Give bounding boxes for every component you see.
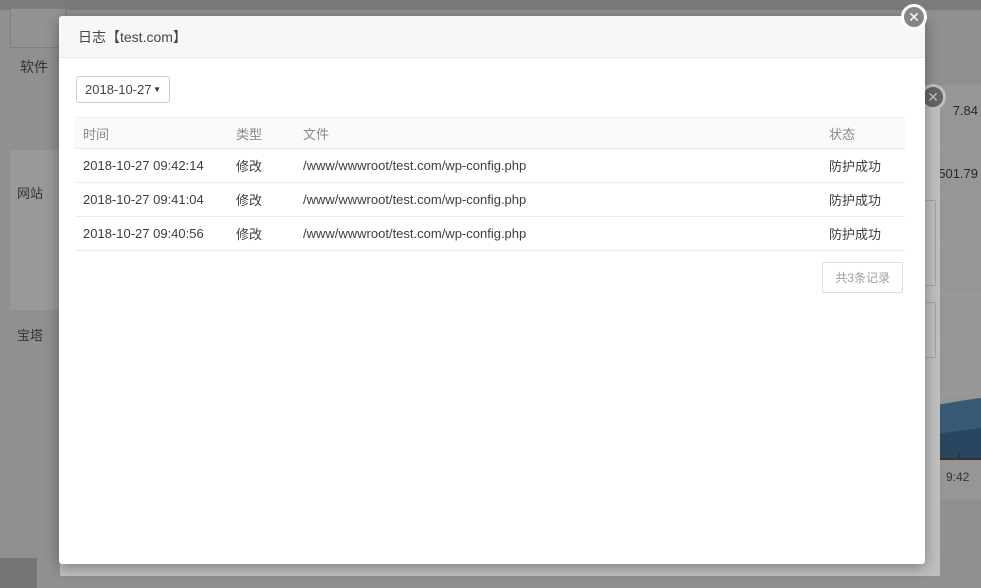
column-header-time: 时间 [75, 118, 228, 149]
cell-time: 2018-10-27 09:42:14 [75, 149, 228, 183]
screen: 软件 网站 宝塔 7.84 501.79 9:42 ✕ [0, 0, 981, 588]
cell-file: /www/wwwroot/test.com/wp-config.php [295, 149, 795, 183]
cell-time: 2018-10-27 09:40:56 [75, 217, 228, 251]
cell-type: 修改 [228, 183, 295, 217]
cell-file: /www/wwwroot/test.com/wp-config.php [295, 183, 795, 217]
table-header-row: 时间 类型 文件 状态 [75, 118, 905, 149]
column-header-type: 类型 [228, 118, 295, 149]
cell-status: 防护成功 [795, 217, 905, 251]
cell-type: 修改 [228, 149, 295, 183]
modal-header: 日志【test.com】 [59, 16, 925, 58]
cell-time: 2018-10-27 09:41:04 [75, 183, 228, 217]
record-count-badge: 共3条记录 [822, 262, 903, 293]
column-header-file: 文件 [295, 118, 795, 149]
cell-file: /www/wwwroot/test.com/wp-config.php [295, 217, 795, 251]
log-table: 时间 类型 文件 状态 2018-10-27 09:42:14 修改 /www/… [75, 117, 905, 251]
cell-status: 防护成功 [795, 149, 905, 183]
chevron-down-icon: ▼ [153, 85, 161, 94]
log-modal: 日志【test.com】 ✕ 2018-10-27 ▼ 时间 类型 文件 状态 … [59, 16, 925, 564]
table-row: 2018-10-27 09:40:56 修改 /www/wwwroot/test… [75, 217, 905, 251]
modal-close-icon[interactable]: ✕ [901, 4, 927, 30]
date-select-value: 2018-10-27 [85, 82, 152, 97]
column-header-status: 状态 [795, 118, 905, 149]
modal-title: 日志【test.com】 [59, 16, 925, 58]
date-select[interactable]: 2018-10-27 ▼ [76, 76, 170, 103]
cell-status: 防护成功 [795, 183, 905, 217]
table-row: 2018-10-27 09:41:04 修改 /www/wwwroot/test… [75, 183, 905, 217]
cell-type: 修改 [228, 217, 295, 251]
table-row: 2018-10-27 09:42:14 修改 /www/wwwroot/test… [75, 149, 905, 183]
